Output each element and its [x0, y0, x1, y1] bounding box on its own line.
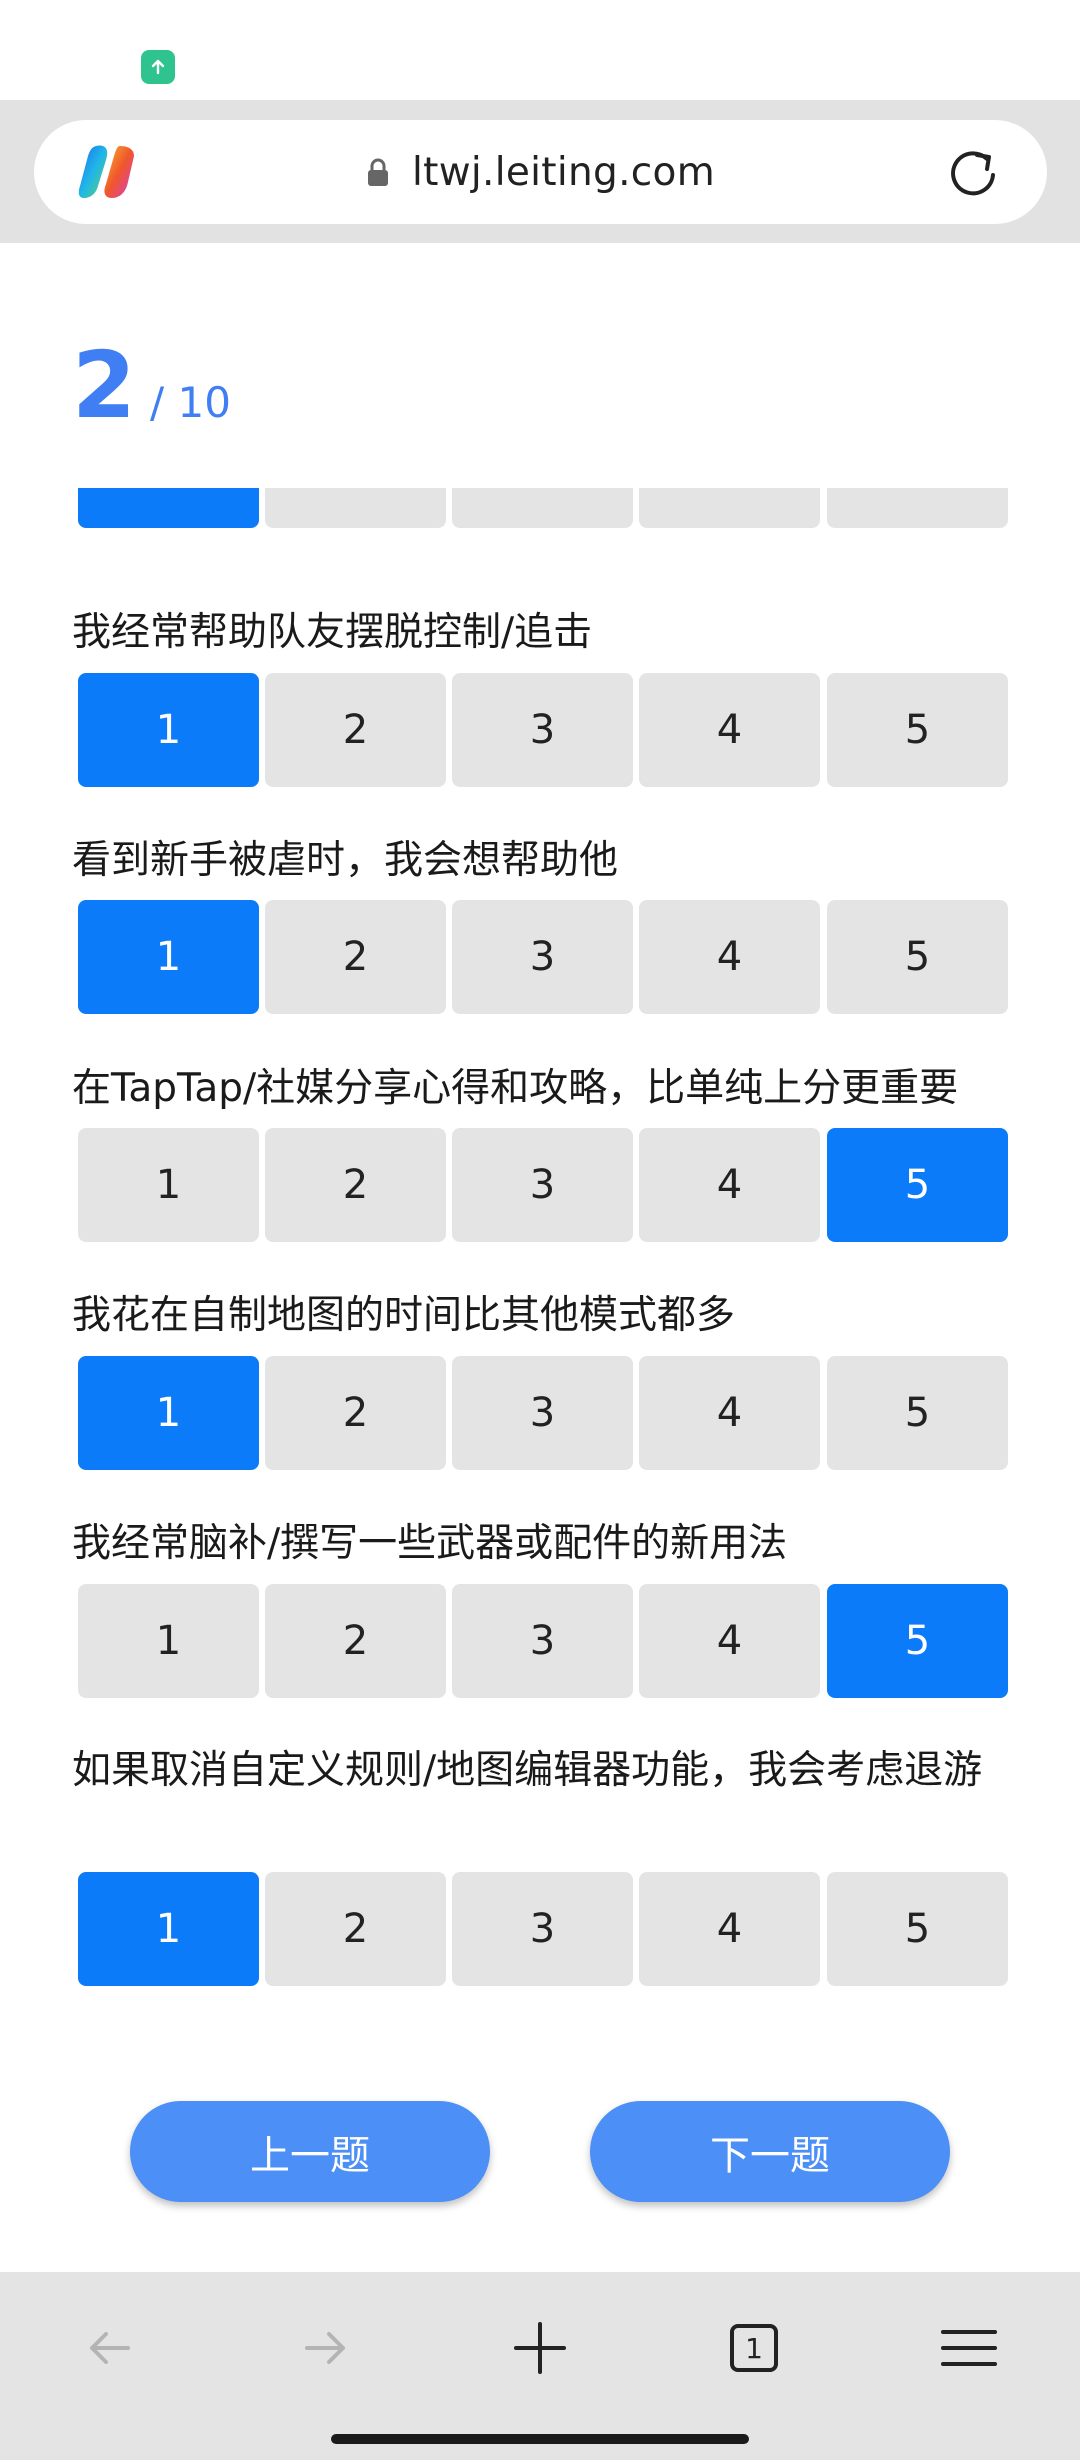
rating-row: 12345 [78, 1872, 1008, 1986]
question-progress: 2 / 10 [72, 340, 231, 432]
rating-option-2[interactable]: 2 [265, 1872, 446, 1986]
question-label: 如果取消自定义规则/地图编辑器功能，我会考虑退游 [72, 1748, 983, 1793]
rating-option-2[interactable]: 2 [265, 1128, 446, 1242]
rating-row-partial: 12345 [78, 488, 1008, 528]
rating-option-3[interactable]: 3 [452, 1872, 633, 1986]
rating-option-1[interactable]: 1 [78, 1356, 259, 1470]
hamburger-menu-icon[interactable] [937, 2316, 1001, 2380]
rating-option-5[interactable]: 5 [827, 1356, 1008, 1470]
question-list: 12345 我经常帮助队友摆脱控制/追击 12345 看到新手被虐时，我会想帮助… [0, 488, 1080, 1998]
progress-current: 2 [72, 332, 137, 439]
question-label: 在TapTap/社媒分享心得和攻略，比单纯上分更重要 [72, 1066, 959, 1111]
rating-option-1[interactable]: 1 [78, 1128, 259, 1242]
prev-question-button[interactable]: 上一题 [130, 2101, 490, 2202]
rating-option-4[interactable]: 4 [639, 673, 820, 787]
rating-option-1[interactable]: 1 [78, 1584, 259, 1698]
rating-option-2[interactable]: 2 [265, 900, 446, 1014]
rating-option-2[interactable]: 2 [265, 673, 446, 787]
rating-option-4[interactable]: 4 [639, 488, 820, 528]
rating-option-3[interactable]: 3 [452, 1356, 633, 1470]
browser-address-area: ltwj.leiting.com [0, 100, 1080, 243]
question-label: 我花在自制地图的时间比其他模式都多 [72, 1293, 736, 1338]
rating-option-3[interactable]: 3 [452, 1128, 633, 1242]
tab-count: 1 [745, 2331, 763, 2365]
rating-option-5[interactable]: 5 [827, 673, 1008, 787]
url-display[interactable]: ltwj.leiting.com [34, 120, 1047, 224]
question-label: 我经常帮助队友摆脱控制/追击 [72, 610, 593, 655]
rating-option-4[interactable]: 4 [639, 1128, 820, 1242]
tab-count-icon[interactable]: 1 [722, 2316, 786, 2380]
question-label: 看到新手被虐时，我会想帮助他 [72, 838, 619, 883]
rating-option-2[interactable]: 2 [265, 1584, 446, 1698]
plus-icon[interactable] [508, 2316, 572, 2380]
rating-option-3[interactable]: 3 [452, 488, 633, 528]
question-label: 我经常脑补/撰写一些武器或配件的新用法 [72, 1521, 788, 1566]
rating-option-5[interactable]: 5 [827, 1584, 1008, 1698]
rating-row: 12345 [78, 1128, 1008, 1242]
rating-option-2[interactable]: 2 [265, 1356, 446, 1470]
address-bar[interactable]: ltwj.leiting.com [34, 120, 1047, 224]
rating-option-1[interactable]: 1 [78, 673, 259, 787]
rating-option-3[interactable]: 3 [452, 900, 633, 1014]
rating-option-3[interactable]: 3 [452, 1584, 633, 1698]
home-indicator [331, 2434, 749, 2444]
upload-arrow-icon [141, 50, 175, 84]
browser-toolbar: 1 [0, 2272, 1080, 2460]
status-bar [0, 0, 1080, 100]
rating-option-1[interactable]: 1 [78, 488, 259, 528]
rating-option-4[interactable]: 4 [639, 1356, 820, 1470]
url-text: ltwj.leiting.com [411, 149, 715, 195]
back-arrow-icon[interactable] [78, 2316, 142, 2380]
reload-icon[interactable] [947, 147, 999, 199]
rating-option-4[interactable]: 4 [639, 1584, 820, 1698]
rating-option-5[interactable]: 5 [827, 1872, 1008, 1986]
rating-option-1[interactable]: 1 [78, 1872, 259, 1986]
rating-row: 12345 [78, 673, 1008, 787]
rating-option-5[interactable]: 5 [827, 488, 1008, 528]
rating-option-5[interactable]: 5 [827, 1128, 1008, 1242]
rating-row: 12345 [78, 900, 1008, 1014]
rating-option-4[interactable]: 4 [639, 900, 820, 1014]
rating-option-2[interactable]: 2 [265, 488, 446, 528]
lock-icon [367, 158, 388, 186]
rating-option-1[interactable]: 1 [78, 900, 259, 1014]
rating-row: 12345 [78, 1584, 1008, 1698]
rating-row: 12345 [78, 1356, 1008, 1470]
rating-option-4[interactable]: 4 [639, 1872, 820, 1986]
forward-arrow-icon[interactable] [293, 2316, 357, 2380]
progress-total: / 10 [150, 378, 231, 427]
rating-option-5[interactable]: 5 [827, 900, 1008, 1014]
next-question-button[interactable]: 下一题 [590, 2101, 950, 2202]
rating-option-3[interactable]: 3 [452, 673, 633, 787]
